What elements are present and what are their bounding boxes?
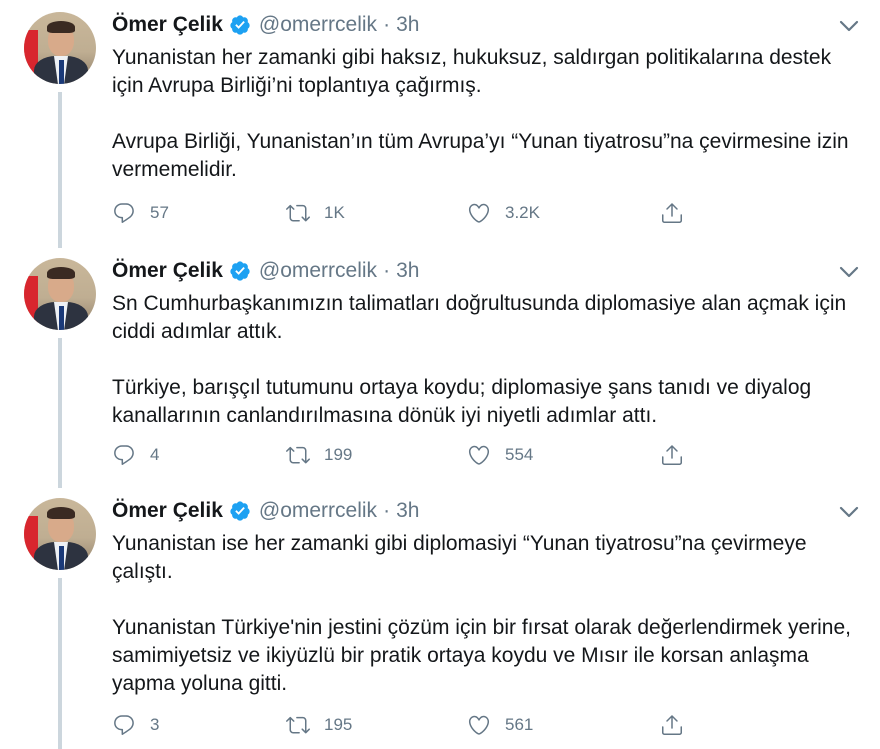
share-button[interactable] xyxy=(660,440,684,470)
reply-icon xyxy=(114,445,134,465)
separator-dot: · xyxy=(383,13,391,36)
separator-dot: · xyxy=(383,499,391,522)
tweet-paragraph: Yunanistan her zamanki gibi haksız, huku… xyxy=(112,46,832,97)
verified-badge-icon xyxy=(230,261,250,281)
avatar-hair xyxy=(47,267,75,279)
tweet-paragraph: Türkiye, barışçıl tutumunu ortaya koydu;… xyxy=(112,376,812,427)
tweet-actions: 4 199 554 xyxy=(112,440,712,470)
tweet[interactable]: Ömer Çelik @omerrcelik · 3h Sn Cumhurbaş… xyxy=(0,248,880,488)
like-button[interactable]: 561 xyxy=(467,710,533,740)
avatar-tie xyxy=(59,546,64,570)
tweet-timestamp[interactable]: 3h xyxy=(396,259,419,283)
thread-connector-line xyxy=(58,92,62,248)
thread-connector-line xyxy=(58,338,62,488)
heart-icon xyxy=(468,445,490,465)
share-icon xyxy=(662,445,682,465)
author-name[interactable]: Ömer Çelik xyxy=(112,13,223,37)
thread-connector-line xyxy=(58,578,62,749)
tweet-header: Ömer Çelik @omerrcelik · 3h xyxy=(112,496,419,526)
reply-count: 4 xyxy=(150,445,160,464)
tweet-thread: Ömer Çelik @omerrcelik · 3h Yunanistan h… xyxy=(0,0,880,749)
tweet-actions: 3 195 561 xyxy=(112,710,712,740)
author-handle[interactable]: @omerrcelik xyxy=(259,499,377,523)
avatar[interactable] xyxy=(24,12,96,84)
like-count: 554 xyxy=(505,445,534,464)
verified-badge-icon xyxy=(230,15,250,35)
avatar-tie xyxy=(59,306,64,330)
retweet-icon xyxy=(286,446,310,464)
tweet-paragraph: Yunanistan Türkiye'nin jestini çözüm içi… xyxy=(112,616,851,695)
retweet-icon xyxy=(286,204,310,222)
verified-badge-icon xyxy=(230,501,250,521)
heart-icon xyxy=(468,203,490,223)
share-button[interactable] xyxy=(660,198,684,228)
like-count: 3.2K xyxy=(505,203,540,222)
tweet-text: Sn Cumhurbaşkanımızın talimatları doğrul… xyxy=(112,290,862,430)
retweet-button[interactable]: 199 xyxy=(286,440,352,470)
tweet[interactable]: Ömer Çelik @omerrcelik · 3h Yunanistan h… xyxy=(0,0,880,248)
like-button[interactable]: 3.2K xyxy=(467,198,540,228)
tweet-actions: 57 1K 3.2K xyxy=(112,198,712,228)
share-icon xyxy=(662,203,682,223)
avatar-tie xyxy=(59,60,64,84)
author-name[interactable]: Ömer Çelik xyxy=(112,259,223,283)
retweet-count: 199 xyxy=(324,445,353,464)
tweet[interactable]: Ömer Çelik @omerrcelik · 3h Yunanistan i… xyxy=(0,488,880,749)
author-handle[interactable]: @omerrcelik xyxy=(259,259,377,283)
tweet-paragraph: Avrupa Birliği, Yunanistan’ın tüm Avrupa… xyxy=(112,130,849,181)
tweet-text: Yunanistan ise her zamanki gibi diplomas… xyxy=(112,530,862,698)
like-button[interactable]: 554 xyxy=(467,440,533,470)
avatar[interactable] xyxy=(24,498,96,570)
retweet-count: 1K xyxy=(324,203,345,222)
heart-icon xyxy=(468,715,490,735)
share-button[interactable] xyxy=(660,710,684,740)
reply-button[interactable]: 57 xyxy=(112,198,169,228)
share-icon xyxy=(662,715,682,735)
tweet-paragraph: Sn Cumhurbaşkanımızın talimatları doğrul… xyxy=(112,292,847,343)
author-handle[interactable]: @omerrcelik xyxy=(259,13,377,37)
chevron-down-icon[interactable] xyxy=(838,264,860,280)
reply-button[interactable]: 4 xyxy=(112,440,159,470)
reply-count: 57 xyxy=(150,203,169,222)
retweet-icon xyxy=(286,716,310,734)
reply-button[interactable]: 3 xyxy=(112,710,159,740)
reply-icon xyxy=(114,715,134,735)
tweet-timestamp[interactable]: 3h xyxy=(396,13,419,37)
avatar[interactable] xyxy=(24,258,96,330)
author-name[interactable]: Ömer Çelik xyxy=(112,499,223,523)
retweet-button[interactable]: 195 xyxy=(286,710,352,740)
avatar-hair xyxy=(47,21,75,33)
reply-icon xyxy=(114,203,134,223)
retweet-count: 195 xyxy=(324,715,353,734)
reply-count: 3 xyxy=(150,715,160,734)
chevron-down-icon[interactable] xyxy=(838,504,860,520)
tweet-text: Yunanistan her zamanki gibi haksız, huku… xyxy=(112,44,862,184)
like-count: 561 xyxy=(505,715,534,734)
tweet-header: Ömer Çelik @omerrcelik · 3h xyxy=(112,256,419,286)
chevron-down-icon[interactable] xyxy=(838,18,860,34)
separator-dot: · xyxy=(383,259,391,282)
tweet-timestamp[interactable]: 3h xyxy=(396,499,419,523)
avatar-hair xyxy=(47,507,75,519)
retweet-button[interactable]: 1K xyxy=(286,198,345,228)
tweet-header: Ömer Çelik @omerrcelik · 3h xyxy=(112,10,419,40)
tweet-paragraph: Yunanistan ise her zamanki gibi diplomas… xyxy=(112,532,807,583)
